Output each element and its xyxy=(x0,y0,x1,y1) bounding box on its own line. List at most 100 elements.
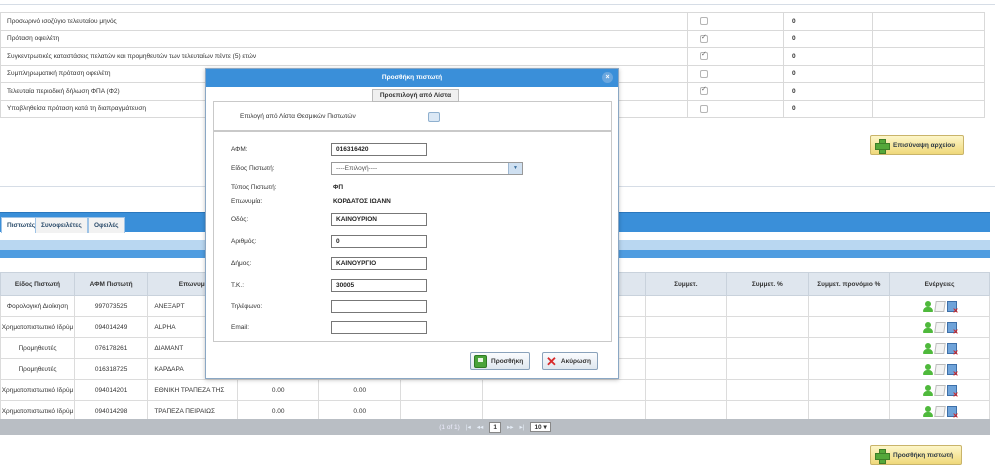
phone-field[interactable] xyxy=(331,300,427,313)
edit-icon[interactable] xyxy=(933,384,946,396)
phone-label: Τηλέφωνο: xyxy=(231,303,263,310)
last-page-button[interactable]: ▸| xyxy=(519,423,524,431)
document-extra-cell xyxy=(872,64,985,83)
tab-debts[interactable]: Οφειλές xyxy=(88,217,125,233)
edit-icon[interactable] xyxy=(933,363,946,375)
municipality-field[interactable]: ΚΑΙΝΟΥΡΓΙΟ xyxy=(331,257,427,270)
dialog-add-button[interactable]: Προσθήκη xyxy=(470,352,531,370)
document-extra-cell xyxy=(872,12,985,31)
row-actions xyxy=(889,379,990,401)
dialog-title-bar: Προσθήκη πιστωτή × xyxy=(206,69,618,87)
municipality-label: Δήμος: xyxy=(231,260,252,267)
preset-toggle-button[interactable] xyxy=(428,112,440,122)
document-label: Προσωρινό ισοζύγιο τελευταίου μηνός xyxy=(0,12,688,31)
preset-section: Επιλογή από Λίστα Θεσμικών Πιστωτών xyxy=(213,101,612,131)
grid-header: ΑΦΜ Πιστωτή xyxy=(73,272,149,296)
user-icon[interactable] xyxy=(922,384,933,396)
document-checkbox-cell xyxy=(687,12,784,31)
document-extra-cell xyxy=(872,99,985,118)
edit-icon[interactable] xyxy=(933,321,946,333)
person-type-value: ΦΠ xyxy=(333,184,344,191)
document-checkbox[interactable] xyxy=(700,50,708,61)
grid-cell xyxy=(644,316,728,338)
document-checkbox[interactable] xyxy=(700,17,708,26)
grid-cell xyxy=(400,379,483,401)
document-count: 0 xyxy=(783,64,873,83)
document-checkbox[interactable] xyxy=(700,104,708,113)
document-checkbox[interactable] xyxy=(700,85,708,96)
document-checkbox-cell xyxy=(687,99,784,118)
grid-header: Ενέργειες xyxy=(889,272,990,296)
email-field[interactable] xyxy=(331,321,427,334)
zip-label: Τ.Κ.: xyxy=(231,282,245,289)
document-label: Συγκεντρωτικές καταστάσεις πελατών και π… xyxy=(0,47,688,66)
row-actions xyxy=(889,295,990,317)
street-field[interactable]: ΚΑΙΝΟΥΡΙΟΝ xyxy=(331,213,427,226)
add-creditor-button[interactable]: Προσθήκη πιστωτή xyxy=(870,445,963,465)
dialog-cancel-button[interactable]: ✕ Ακύρωση xyxy=(542,352,598,370)
grid-cell xyxy=(481,379,646,401)
add-creditor-label: Προσθήκη πιστωτή xyxy=(893,451,954,459)
document-checkbox[interactable] xyxy=(700,69,708,78)
grid-cell: 076178261 xyxy=(73,337,149,359)
preset-label: Επιλογή από Λίστα Θεσμικών Πιστωτών xyxy=(240,113,356,120)
user-icon[interactable] xyxy=(922,405,933,417)
document-row: Συγκεντρωτικές καταστάσεις πελατών και π… xyxy=(0,47,985,66)
grid-cell xyxy=(726,379,809,401)
user-icon[interactable] xyxy=(922,300,933,312)
document-checkbox[interactable] xyxy=(700,33,708,43)
number-field[interactable]: 0 xyxy=(331,235,427,248)
tab-preset-from-list[interactable]: Προεπιλογή από Λίστα xyxy=(372,89,459,102)
grid-cell xyxy=(807,379,891,401)
document-count: 0 xyxy=(783,82,873,101)
first-page-button[interactable]: |◂ xyxy=(466,423,471,431)
delete-icon[interactable] xyxy=(946,384,959,399)
grid-cell: Φορολογική Διοίκηση xyxy=(0,295,75,317)
attach-file-button[interactable]: Επισύναψη αρχείου xyxy=(870,135,965,155)
document-extra-cell xyxy=(872,82,985,101)
grid-cell: 0.00 xyxy=(318,379,401,401)
chevron-down-icon: ▼ xyxy=(508,163,522,174)
current-page[interactable]: 1 xyxy=(489,421,501,433)
close-icon[interactable]: × xyxy=(602,72,613,83)
grid-cell xyxy=(644,379,728,401)
grid-cell xyxy=(726,337,809,359)
person-type-label: Τύπος Πιστωτή: xyxy=(231,184,277,191)
grid-header: Συμμετ. προνόμιο % xyxy=(807,272,891,296)
grid-cell xyxy=(644,295,728,317)
document-count: 0 xyxy=(783,99,873,118)
next-page-button[interactable]: ▸▸ xyxy=(507,423,514,431)
street-label: Οδός: xyxy=(231,216,249,223)
delete-icon[interactable] xyxy=(946,363,959,378)
document-row: Προσωρινό ισοζύγιο τελευταίου μηνός 0 xyxy=(0,12,985,31)
grid-header: Συμμετ. % xyxy=(726,272,809,296)
document-extra-cell xyxy=(872,29,985,48)
creditor-type-select[interactable]: ----Επιλογή---- ▼ xyxy=(331,162,523,175)
user-icon[interactable] xyxy=(922,321,933,333)
zip-field[interactable]: 30005 xyxy=(331,279,427,292)
delete-icon[interactable] xyxy=(946,405,959,420)
grid-cell: 094014249 xyxy=(73,316,149,338)
user-icon[interactable] xyxy=(922,363,933,375)
user-icon[interactable] xyxy=(922,342,933,354)
delete-icon[interactable] xyxy=(946,321,959,336)
document-label: Πρόταση οφειλέτη xyxy=(0,29,688,48)
document-row: Πρόταση οφειλέτη 0 xyxy=(0,29,985,48)
document-checkbox-cell xyxy=(687,47,784,66)
delete-icon[interactable] xyxy=(946,300,959,315)
afm-field[interactable]: 016316420 xyxy=(331,143,427,156)
row-actions xyxy=(889,316,990,338)
edit-icon[interactable] xyxy=(933,300,946,312)
grid-cell xyxy=(644,337,728,359)
edit-icon[interactable] xyxy=(933,405,946,417)
grid-cell: 0.00 xyxy=(236,379,320,401)
save-icon xyxy=(474,354,487,368)
prev-page-button[interactable]: ◂◂ xyxy=(477,423,484,431)
rows-per-page-select[interactable]: 10 ▾ xyxy=(530,422,551,432)
grid-cell: ΕΘΝΙΚΗ ΤΡΑΠΕΖΑ ΤΗΣ xyxy=(147,379,238,401)
grid-cell: Προμηθευτές xyxy=(0,358,75,380)
delete-icon[interactable] xyxy=(946,342,959,357)
grid-cell: 997073525 xyxy=(73,295,149,317)
tab-co-debtors[interactable]: Συνοφειλέτες xyxy=(35,217,88,233)
edit-icon[interactable] xyxy=(933,342,946,354)
